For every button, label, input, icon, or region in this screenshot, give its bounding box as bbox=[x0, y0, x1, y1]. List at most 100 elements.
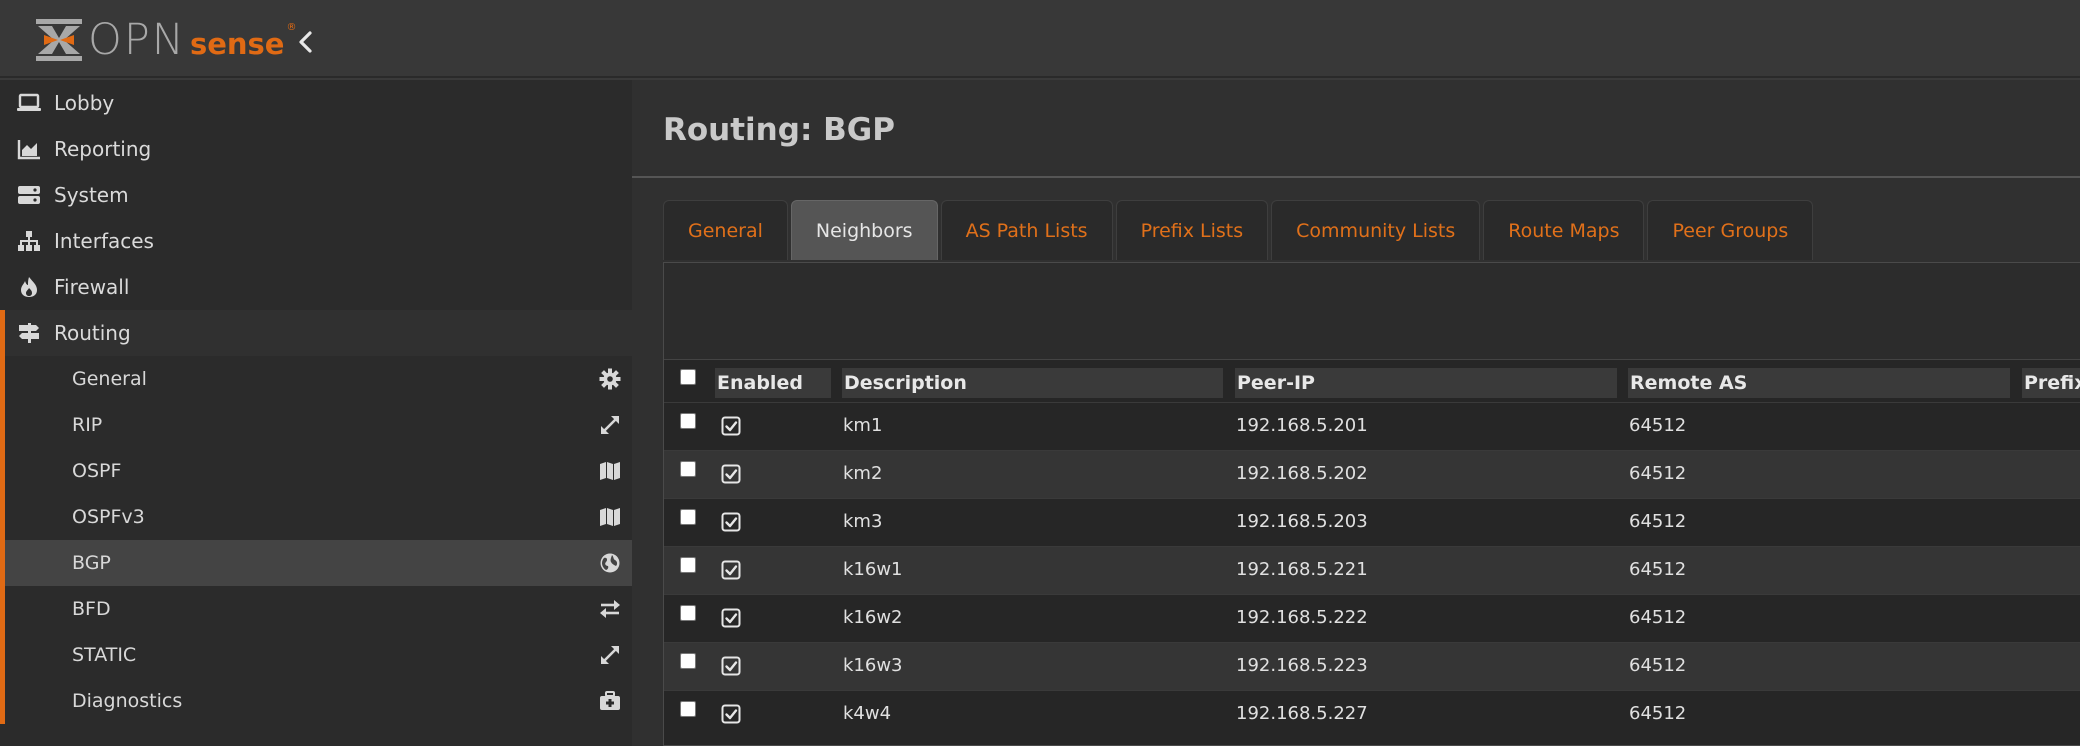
tab-prefix-lists[interactable]: Prefix Lists bbox=[1115, 200, 1269, 260]
laptop-icon bbox=[17, 93, 41, 111]
sidebar-item-firewall[interactable]: Firewall bbox=[0, 264, 632, 310]
sidebar-subitem-bgp[interactable]: BGP bbox=[5, 540, 632, 586]
table-row[interactable]: k16w3 192.168.5.223 64512 bbox=[664, 642, 2080, 690]
table-row[interactable]: km3 192.168.5.203 64512 bbox=[664, 498, 2080, 546]
top-bar: OPN sense ® bbox=[0, 0, 2080, 78]
map-icon bbox=[600, 462, 620, 480]
sidebar-subitem-general[interactable]: General bbox=[5, 356, 632, 402]
select-all-checkbox[interactable] bbox=[680, 369, 696, 385]
enabled-check-icon[interactable] bbox=[721, 464, 741, 484]
row-select-checkbox[interactable] bbox=[680, 509, 696, 525]
sidebar-item-interfaces[interactable]: Interfaces bbox=[0, 218, 632, 264]
sitemap-icon bbox=[18, 231, 40, 251]
enabled-check-icon[interactable] bbox=[721, 608, 741, 628]
sidebar-item-label: System bbox=[54, 183, 129, 207]
globe-icon bbox=[600, 553, 620, 573]
sidebar-subitem-ospf[interactable]: OSPF bbox=[5, 448, 632, 494]
table-row[interactable]: km2 192.168.5.202 64512 bbox=[664, 450, 2080, 498]
map-icon bbox=[600, 508, 620, 526]
cell-remote-as: 64512 bbox=[1629, 463, 1687, 484]
cell-description: k16w2 bbox=[843, 607, 903, 628]
tab-peer-groups[interactable]: Peer Groups bbox=[1647, 200, 1814, 260]
cell-description: km1 bbox=[843, 415, 883, 436]
table-row[interactable]: km1 192.168.5.201 64512 bbox=[664, 402, 2080, 450]
cell-description: k16w1 bbox=[843, 559, 903, 580]
row-select-checkbox[interactable] bbox=[680, 701, 696, 717]
cell-peer-ip: 192.168.5.202 bbox=[1236, 463, 1368, 484]
cell-peer-ip: 192.168.5.221 bbox=[1236, 559, 1368, 580]
gear-icon bbox=[599, 368, 621, 390]
sidebar-item-system[interactable]: System bbox=[0, 172, 632, 218]
sidebar-subitem-label: Diagnostics bbox=[72, 690, 183, 712]
cell-peer-ip: 192.168.5.227 bbox=[1236, 703, 1368, 724]
cell-peer-ip: 192.168.5.203 bbox=[1236, 511, 1368, 532]
tab-bar: General Neighbors AS Path Lists Prefix L… bbox=[663, 200, 1816, 262]
column-header-remote-as[interactable]: Remote AS bbox=[1628, 368, 2010, 398]
signpost-icon bbox=[19, 323, 39, 343]
table-row[interactable]: k4w4 192.168.5.227 64512 bbox=[664, 690, 2080, 738]
brand-opn: OPN bbox=[88, 15, 186, 65]
sidebar-subitem-diagnostics[interactable]: Diagnostics bbox=[5, 678, 632, 724]
sidebar-subitem-label: BGP bbox=[72, 552, 111, 574]
tab-community-lists[interactable]: Community Lists bbox=[1271, 200, 1481, 260]
sidebar-item-reporting[interactable]: Reporting bbox=[0, 126, 632, 172]
sidebar-item-label: Routing bbox=[54, 321, 131, 345]
column-header-description[interactable]: Description bbox=[842, 368, 1223, 398]
main-content: Routing: BGP General Neighbors AS Path L… bbox=[632, 80, 2080, 746]
sidebar-item-routing[interactable]: Routing bbox=[0, 310, 632, 356]
cell-remote-as: 64512 bbox=[1629, 607, 1687, 628]
sidebar-subitem-rip[interactable]: RIP bbox=[5, 402, 632, 448]
row-select-checkbox[interactable] bbox=[680, 653, 696, 669]
sidebar-item-lobby[interactable]: Lobby bbox=[0, 80, 632, 126]
neighbors-panel: Enabled Description Peer-IP Remote AS Pr… bbox=[663, 262, 2080, 746]
cell-remote-as: 64512 bbox=[1629, 655, 1687, 676]
cell-peer-ip: 192.168.5.222 bbox=[1236, 607, 1368, 628]
medkit-icon bbox=[600, 691, 620, 710]
sidebar-subitem-label: BFD bbox=[72, 598, 111, 620]
collapse-sidebar-button[interactable] bbox=[292, 28, 320, 56]
fire-icon bbox=[21, 277, 37, 297]
sidebar-subitem-label: STATIC bbox=[72, 644, 137, 666]
exchange-icon bbox=[600, 600, 620, 618]
chevron-left-icon bbox=[299, 31, 312, 53]
row-select-checkbox[interactable] bbox=[680, 413, 696, 429]
page-title: Routing: BGP bbox=[663, 112, 895, 148]
column-header-enabled[interactable]: Enabled bbox=[715, 368, 831, 398]
server-icon bbox=[18, 186, 40, 204]
enabled-check-icon[interactable] bbox=[721, 416, 741, 436]
tab-as-path-lists[interactable]: AS Path Lists bbox=[940, 200, 1113, 260]
cell-peer-ip: 192.168.5.201 bbox=[1236, 415, 1368, 436]
cell-description: km3 bbox=[843, 511, 883, 532]
title-divider bbox=[632, 176, 2080, 178]
sidebar-item-label: Reporting bbox=[54, 137, 152, 161]
sidebar-subitem-bfd[interactable]: BFD bbox=[5, 586, 632, 632]
sidebar-item-label: Lobby bbox=[54, 91, 115, 115]
tab-route-maps[interactable]: Route Maps bbox=[1483, 200, 1645, 260]
cell-description: km2 bbox=[843, 463, 883, 484]
enabled-check-icon[interactable] bbox=[721, 512, 741, 532]
cell-peer-ip: 192.168.5.223 bbox=[1236, 655, 1368, 676]
sidebar-subitem-ospfv3[interactable]: OSPFv3 bbox=[5, 494, 632, 540]
tab-general[interactable]: General bbox=[663, 200, 788, 260]
grid-body: km1 192.168.5.201 64512 km2 192.168.5.202 645… bbox=[664, 402, 2080, 738]
cell-description: k16w3 bbox=[843, 655, 903, 676]
sidebar-subitem-label: OSPF bbox=[72, 460, 122, 482]
tab-neighbors[interactable]: Neighbors bbox=[790, 200, 938, 260]
cell-remote-as: 64512 bbox=[1629, 415, 1687, 436]
grid-toolbar bbox=[664, 263, 2080, 360]
expand-arrows-icon bbox=[601, 646, 619, 664]
table-row[interactable]: k16w2 192.168.5.222 64512 bbox=[664, 594, 2080, 642]
sidebar-subitem-static[interactable]: STATIC bbox=[5, 632, 632, 678]
table-row[interactable]: k16w1 192.168.5.221 64512 bbox=[664, 546, 2080, 594]
enabled-check-icon[interactable] bbox=[721, 656, 741, 676]
sidebar: Lobby Reporting System Interfaces Firewa… bbox=[0, 80, 632, 746]
opnsense-logo[interactable]: OPN sense ® bbox=[34, 15, 296, 65]
row-select-checkbox[interactable] bbox=[680, 557, 696, 573]
routing-submenu: General RIP OSPF OSPFv3 BGP BFD STATIC D… bbox=[0, 356, 632, 724]
row-select-checkbox[interactable] bbox=[680, 605, 696, 621]
enabled-check-icon[interactable] bbox=[721, 560, 741, 580]
column-header-prefix[interactable]: Prefix- bbox=[2022, 368, 2080, 398]
row-select-checkbox[interactable] bbox=[680, 461, 696, 477]
enabled-check-icon[interactable] bbox=[721, 704, 741, 724]
column-header-peer-ip[interactable]: Peer-IP bbox=[1235, 368, 1617, 398]
